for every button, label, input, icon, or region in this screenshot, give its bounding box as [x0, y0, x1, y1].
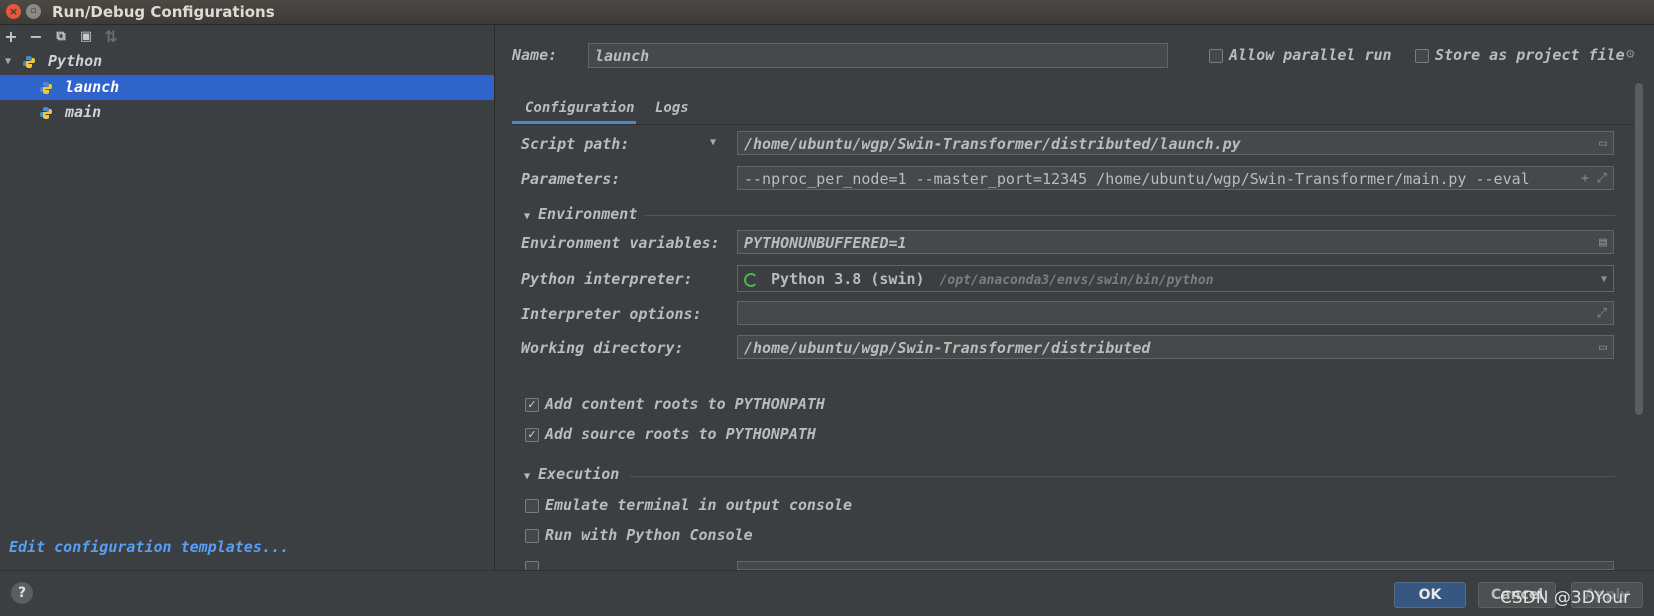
remove-configuration-button[interactable]: − — [26, 27, 46, 47]
allow-parallel-checkbox[interactable] — [1209, 49, 1223, 63]
chevron-down-icon: ▼ — [524, 211, 531, 222]
environment-section-header[interactable]: ▼ Environment — [524, 205, 637, 223]
window-title: Run/Debug Configurations — [52, 3, 275, 21]
working-directory-label: Working directory: — [521, 339, 684, 357]
python-icon — [23, 55, 35, 68]
tab-divider — [512, 124, 1634, 125]
env-vars-label: Environment variables: — [521, 234, 720, 252]
help-button[interactable]: ? — [11, 582, 33, 604]
run-python-console-checkbox[interactable] — [525, 529, 539, 543]
chevron-down-icon[interactable]: ▼ — [710, 137, 716, 148]
loading-spinner-icon — [744, 272, 758, 287]
tree-group-python[interactable]: ▼ Python — [0, 49, 494, 74]
folder-icon[interactable]: ▭ — [1599, 132, 1607, 154]
add-macro-icon[interactable]: + — [1581, 167, 1589, 189]
ok-button[interactable]: OK — [1394, 582, 1466, 608]
add-configuration-button[interactable]: + — [1, 27, 21, 47]
working-directory-value: /home/ubuntu/wgp/Swin-Transformer/distri… — [744, 339, 1151, 357]
interpreter-path: /opt/anaconda3/envs/swin/bin/python — [939, 273, 1214, 288]
close-window-button[interactable]: × — [6, 4, 21, 19]
environment-section-label: Environment — [538, 205, 638, 223]
tree-group-label: Python — [48, 52, 103, 70]
edit-templates-link[interactable]: Edit configuration templates... — [9, 538, 289, 556]
allow-parallel-label: Allow parallel run — [1229, 46, 1392, 64]
vertical-scrollbar[interactable] — [1635, 83, 1643, 415]
folder-icon[interactable]: ▭ — [1599, 336, 1607, 358]
python-icon — [40, 106, 52, 119]
script-path-label: Script path: — [521, 135, 630, 153]
parameters-input[interactable]: --nproc_per_node=1 --master_port=12345 /… — [737, 166, 1614, 190]
add-source-roots-checkbox[interactable]: ✓ — [525, 428, 539, 442]
tab-configuration[interactable]: Configuration — [525, 100, 635, 116]
emulate-terminal-checkbox[interactable] — [525, 499, 539, 513]
add-source-roots-label: Add source roots to PYTHONPATH — [545, 425, 816, 443]
gear-icon[interactable]: ⚙ — [1626, 46, 1634, 62]
interpreter-options-label: Interpreter options: — [521, 305, 702, 323]
move-into-folder-button[interactable]: ▣ — [76, 27, 96, 47]
parameters-label: Parameters: — [521, 170, 621, 188]
add-content-roots-checkbox[interactable]: ✓ — [525, 398, 539, 412]
chevron-down-icon[interactable]: ▼ — [1601, 266, 1607, 291]
add-content-roots-label: Add content roots to PYTHONPATH — [545, 395, 825, 413]
name-input[interactable]: launch — [588, 43, 1168, 68]
working-directory-input[interactable]: /home/ubuntu/wgp/Swin-Transformer/distri… — [737, 335, 1614, 359]
interpreter-options-input[interactable]: ⤢ — [737, 301, 1614, 325]
script-path-value: /home/ubuntu/wgp/Swin-Transformer/distri… — [744, 135, 1241, 153]
script-path-input[interactable]: /home/ubuntu/wgp/Swin-Transformer/distri… — [737, 131, 1614, 155]
tab-logs[interactable]: Logs — [655, 100, 689, 116]
env-vars-value: PYTHONUNBUFFERED=1 — [744, 234, 907, 252]
execution-section-label: Execution — [538, 465, 620, 483]
interpreter-name: Python 3.8 (swin) — [771, 270, 925, 288]
tree-item-main[interactable]: main — [0, 100, 494, 125]
copy-configuration-button[interactable]: ⧉ — [51, 27, 71, 47]
section-divider — [630, 476, 1615, 477]
watermark-text: CSDN @3DYour — [1500, 588, 1631, 608]
run-python-console-label: Run with Python Console — [545, 526, 753, 544]
execution-section-header[interactable]: ▼ Execution — [524, 465, 619, 483]
tree-toolbar: + − ⧉ ▣ ⇅ — [0, 25, 494, 49]
tree-item-launch[interactable]: launch — [0, 75, 494, 100]
store-project-file-checkbox[interactable] — [1415, 49, 1429, 63]
tree-item-label: main — [65, 103, 102, 121]
configuration-editor-panel: Name: launch Allow parallel run Store as… — [495, 25, 1654, 575]
expand-icon[interactable]: ⤢ — [1597, 302, 1607, 324]
chevron-down-icon: ▼ — [524, 471, 531, 482]
emulate-terminal-label: Emulate terminal in output console — [545, 496, 853, 514]
env-vars-input[interactable]: PYTHONUNBUFFERED=1 ▤ — [737, 230, 1614, 254]
configurations-tree-panel: + − ⧉ ▣ ⇅ ▼ Python launch main Edit conf… — [0, 25, 495, 570]
dialog-button-bar: ? OK Cancel Apply CSDN @3DYour — [0, 570, 1654, 616]
interpreter-label: Python interpreter: — [521, 270, 693, 288]
tree-item-label: launch — [65, 78, 120, 96]
parameters-value: --nproc_per_node=1 --master_port=12345 /… — [744, 170, 1530, 188]
partial-field[interactable] — [737, 561, 1614, 570]
store-project-file-label: Store as project file — [1435, 46, 1625, 64]
chevron-down-icon[interactable]: ▼ — [5, 49, 11, 74]
python-icon — [40, 81, 52, 94]
sort-configurations-button[interactable]: ⇅ — [101, 27, 121, 47]
interpreter-select[interactable]: Python 3.8 (swin) /opt/anaconda3/envs/sw… — [737, 265, 1614, 292]
expand-icon[interactable]: ⤢ — [1597, 167, 1607, 189]
maximize-window-button[interactable]: ▫ — [26, 4, 41, 19]
section-divider — [645, 215, 1615, 216]
edit-list-icon[interactable]: ▤ — [1599, 231, 1607, 253]
name-label: Name: — [512, 46, 558, 64]
window-titlebar: × ▫ Run/Debug Configurations — [0, 0, 1654, 25]
